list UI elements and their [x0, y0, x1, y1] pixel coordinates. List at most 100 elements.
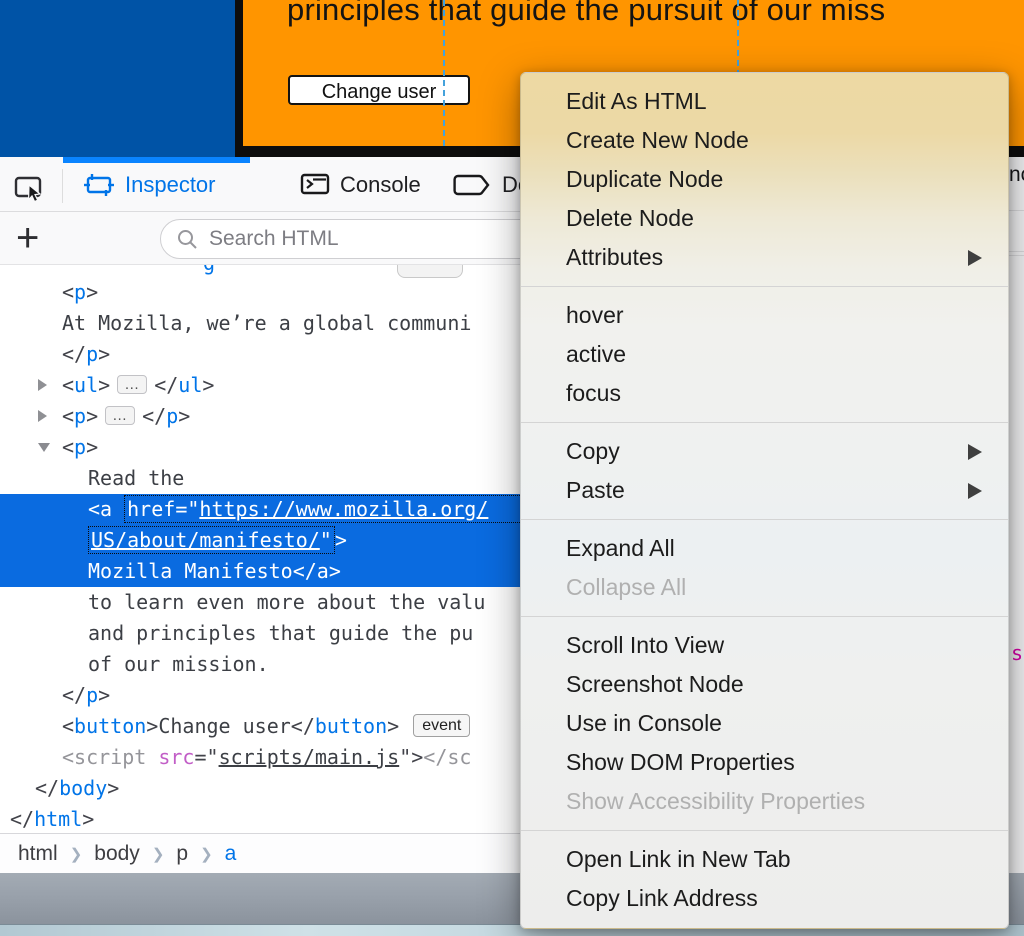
panel-hairline — [1008, 255, 1024, 256]
page-black-border-left — [235, 0, 243, 157]
menu-section: Edit As HTML Create New Node Duplicate Nod… — [521, 73, 1008, 286]
markup-token: "> — [399, 745, 423, 769]
markup-token: At Mozilla, we’re a global communi — [62, 311, 471, 335]
tab-label: Inspector — [125, 172, 216, 198]
menu-item-label: Open Link in New Tab — [566, 846, 791, 872]
menu-item-show-accessibility-properties: Show Accessibility Properties — [521, 782, 1008, 821]
markup-token: < — [88, 497, 100, 521]
markup-token: p — [74, 404, 86, 428]
menu-item-active[interactable]: active — [521, 335, 1008, 374]
menu-item-label: Use in Console — [566, 710, 722, 736]
menu-item-show-dom-properties[interactable]: Show DOM Properties — [521, 743, 1008, 782]
markup-token: > — [387, 714, 399, 738]
add-node-button[interactable]: + — [16, 213, 39, 263]
breadcrumb-item-body[interactable]: body — [94, 842, 140, 866]
menu-item-use-in-console[interactable]: Use in Console — [521, 704, 1008, 743]
markup-token: Read the — [88, 466, 184, 490]
markup-token: p — [74, 435, 86, 459]
tab-debugger-clipped[interactable]: De — [452, 157, 530, 212]
markup-token: < — [62, 745, 74, 769]
clipped-tab-text: nc — [1009, 163, 1024, 187]
markup-token: p — [86, 342, 98, 366]
inspector-icon — [83, 172, 115, 198]
menu-item-expand-all[interactable]: Expand All — [521, 529, 1008, 568]
markup-token: scripts/main.js — [219, 745, 400, 769]
markup-token: script — [74, 745, 146, 769]
menu-section: Expand All Collapse All — [521, 520, 1008, 616]
markup-token: < — [62, 714, 74, 738]
markup-token: > — [98, 342, 110, 366]
submenu-arrow-icon — [968, 444, 982, 460]
menu-item-hover[interactable]: hover — [521, 296, 1008, 335]
markup-token: body — [59, 776, 107, 800]
menu-item-focus[interactable]: focus — [521, 374, 1008, 413]
menu-item-label: Create New Node — [566, 127, 749, 153]
menu-item-attributes[interactable]: Attributes — [521, 238, 1008, 277]
menu-section: Open Link in New Tab Copy Link Address — [521, 831, 1008, 927]
tab-inspector[interactable]: Inspector — [83, 157, 216, 212]
menu-section: Copy Paste — [521, 423, 1008, 519]
tab-label: Console — [340, 172, 421, 198]
markup-token — [146, 745, 158, 769]
submenu-arrow-icon — [968, 483, 982, 499]
markup-token: </ — [154, 373, 178, 397]
search-icon — [176, 228, 200, 252]
menu-item-paste[interactable]: Paste — [521, 471, 1008, 510]
ellipsis-badge[interactable]: … — [105, 406, 135, 425]
markup-token: > — [335, 528, 347, 552]
submenu-arrow-icon — [968, 250, 982, 266]
menu-item-edit-as-html[interactable]: Edit As HTML — [521, 82, 1008, 121]
menu-item-copy[interactable]: Copy — [521, 432, 1008, 471]
event-badge[interactable]: event — [413, 714, 470, 737]
menu-item-label: hover — [566, 302, 624, 328]
attribute-editor-box[interactable]: US/about/manifesto/" — [88, 526, 335, 554]
markup-token: p — [74, 280, 86, 304]
debugger-icon — [452, 172, 492, 198]
markup-token: US/about/manifesto/ — [91, 528, 320, 552]
menu-item-duplicate-node[interactable]: Duplicate Node — [521, 160, 1008, 199]
menu-item-label: focus — [566, 380, 621, 406]
markup-token: =" — [194, 745, 218, 769]
markup-token: p — [166, 404, 178, 428]
markup-token: p — [86, 683, 98, 707]
markup-token: a — [100, 497, 112, 521]
markup-token: https://www.mozilla.org/ — [199, 497, 488, 521]
right-panel-sliver: nc s — [1008, 157, 1024, 873]
markup-token: ul — [178, 373, 202, 397]
tab-console[interactable]: Console — [300, 157, 421, 212]
twisty-collapsed-icon[interactable] — [38, 410, 47, 422]
markup-token: > — [146, 714, 158, 738]
menu-item-label: Expand All — [566, 535, 675, 561]
menu-item-copy-link-address[interactable]: Copy Link Address — [521, 879, 1008, 918]
breadcrumb-item-a[interactable]: a — [225, 842, 237, 866]
markup-token: > — [86, 404, 98, 428]
markup-token: a — [317, 559, 329, 583]
menu-item-label: Copy — [566, 438, 620, 464]
menu-section: hover active focus — [521, 287, 1008, 422]
markup-token: src — [158, 745, 194, 769]
ellipsis-badge[interactable]: … — [117, 375, 147, 394]
breadcrumb-item-html[interactable]: html — [18, 842, 58, 866]
menu-item-open-link-in-new-tab[interactable]: Open Link in New Tab — [521, 840, 1008, 879]
markup-token: </ — [291, 714, 315, 738]
menu-item-scroll-into-view[interactable]: Scroll Into View — [521, 626, 1008, 665]
breadcrumb-item-p[interactable]: p — [176, 842, 188, 866]
markup-token: of our mission. — [88, 652, 269, 676]
markup-token: > — [178, 404, 190, 428]
breadcrumb-separator-icon: ❯ — [70, 845, 83, 863]
twisty-expanded-icon[interactable] — [38, 443, 50, 452]
markup-token: to learn even more about the valu — [88, 590, 485, 614]
menu-item-create-new-node[interactable]: Create New Node — [521, 121, 1008, 160]
panel-hairline — [1008, 251, 1024, 252]
menu-item-label: Attributes — [566, 244, 663, 270]
menu-item-screenshot-node[interactable]: Screenshot Node — [521, 665, 1008, 704]
pick-element-icon[interactable] — [14, 174, 46, 204]
menu-section: Scroll Into ViewScreenshot Node Use in Co… — [521, 617, 1008, 830]
markup-token: > — [107, 776, 119, 800]
markup-token: </ — [10, 807, 34, 831]
menu-item-label: Copy Link Address — [566, 885, 758, 911]
menu-item-delete-node[interactable]: Delete Node — [521, 199, 1008, 238]
context-menu: Edit As HTML Create New Node Duplicate Nod… — [520, 72, 1009, 929]
menu-item-collapse-all: Collapse All — [521, 568, 1008, 607]
twisty-collapsed-icon[interactable] — [38, 379, 47, 391]
